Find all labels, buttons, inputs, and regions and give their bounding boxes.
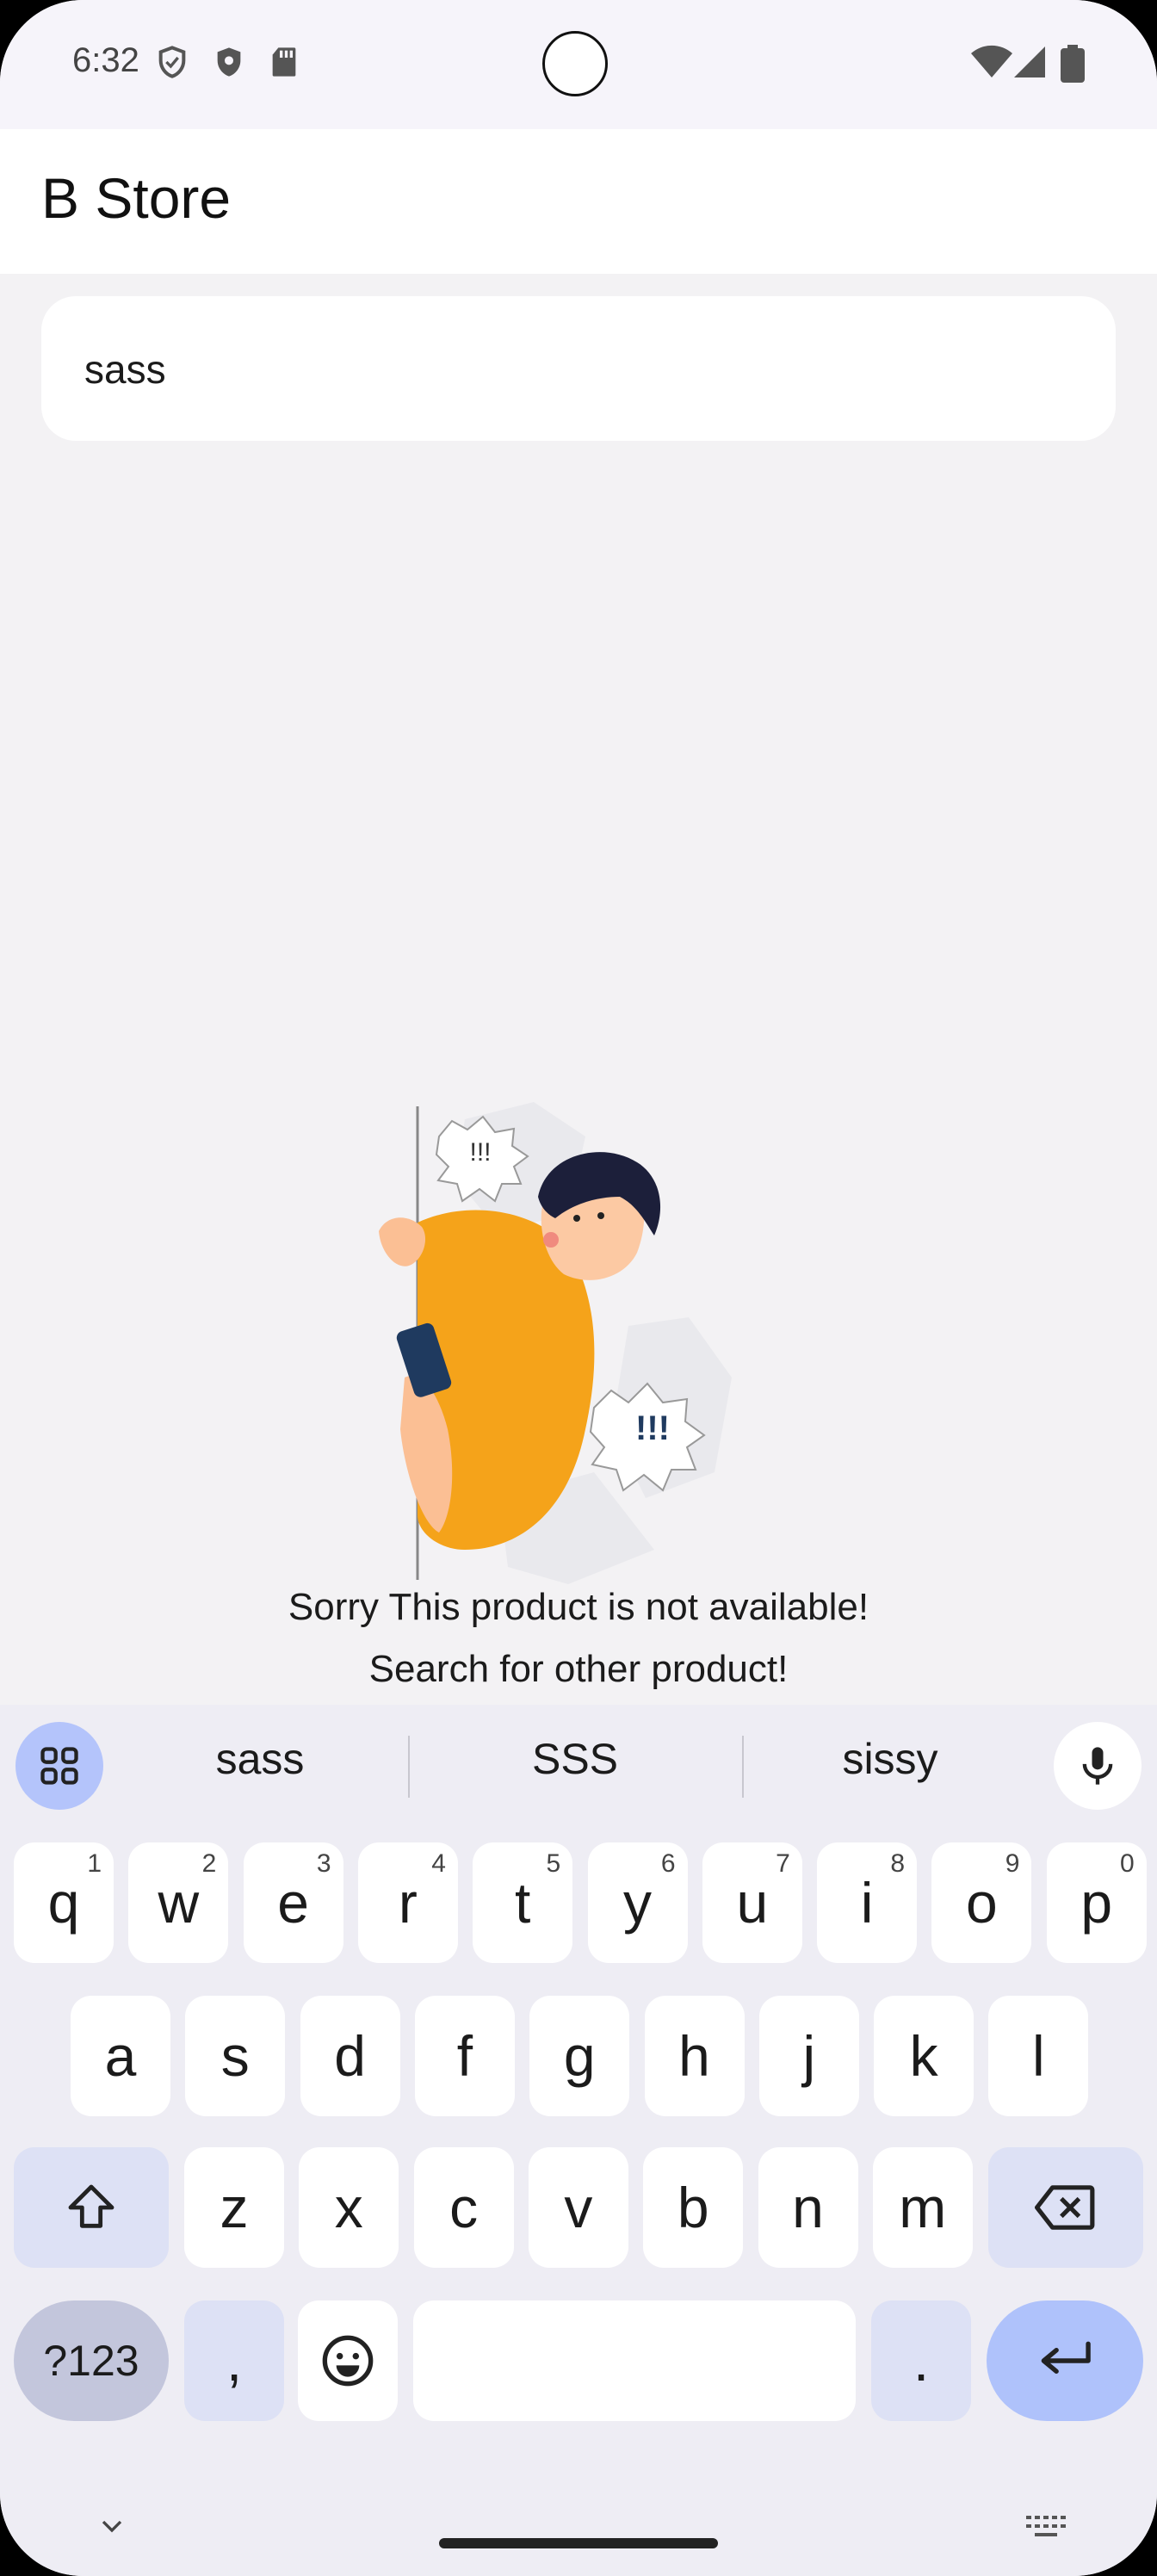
shift-key[interactable] <box>14 2147 169 2268</box>
key-hint: 5 <box>546 1849 561 1878</box>
key-hint: 2 <box>201 1849 217 1878</box>
chevron-down-icon[interactable] <box>95 2509 129 2543</box>
key-g[interactable]: g <box>529 1996 630 2116</box>
key-label: q <box>47 1871 80 1935</box>
key-label: r <box>398 1871 418 1935</box>
soft-keyboard: sass SSS sissy ?123 , . q 1 w 2 e 3 r 4 … <box>0 1705 1157 2576</box>
key-hint: 9 <box>1005 1849 1020 1878</box>
key-z[interactable]: z <box>184 2147 284 2268</box>
status-time: 6:32 <box>72 41 139 79</box>
key-label: w <box>158 1871 200 1935</box>
key-hint: 1 <box>87 1849 102 1878</box>
key-u[interactable]: u7 <box>702 1842 802 1963</box>
exclaim-text: !!! <box>635 1409 670 1447</box>
key-label: t <box>515 1871 531 1935</box>
sd-card-icon <box>272 47 296 77</box>
shift-icon <box>68 2184 114 2228</box>
battery-icon <box>1061 45 1085 83</box>
key-label: e <box>277 1871 309 1935</box>
symbols-key[interactable]: ?123 <box>14 2300 169 2421</box>
key-v[interactable]: v <box>528 2147 628 2268</box>
key-hint: 7 <box>776 1849 790 1878</box>
backspace-icon <box>1035 2185 1095 2230</box>
space-key[interactable] <box>413 2300 856 2421</box>
key-t[interactable]: t5 <box>473 1842 573 1963</box>
app-bar: B Store <box>0 129 1157 274</box>
key-j[interactable]: j <box>758 1996 859 2116</box>
key-o[interactable]: o9 <box>931 1842 1032 1963</box>
not-found-illustration: !!! !!! <box>379 1102 732 1584</box>
suggestion-divider <box>408 1736 410 1798</box>
key-q[interactable]: q1 <box>14 1842 114 1963</box>
front-camera <box>542 31 608 96</box>
exclaim-text: !!! <box>469 1138 491 1167</box>
key-label: u <box>736 1871 769 1935</box>
mic-icon <box>1082 1747 1113 1785</box>
apps-grid-button[interactable] <box>15 1722 103 1810</box>
signal-icon <box>1014 46 1045 77</box>
key-hint: 0 <box>1120 1849 1135 1878</box>
key-m[interactable]: m <box>872 2147 973 2268</box>
empty-message-line2: Search for other product! <box>368 1648 789 1690</box>
shield-filled-icon <box>217 47 241 77</box>
key-a[interactable]: a <box>71 1996 170 2116</box>
key-d[interactable]: d <box>300 1996 400 2116</box>
suggestion-bar: sass SSS sissy <box>0 1705 1157 1825</box>
page-title: B Store <box>41 166 232 230</box>
suggestion-1[interactable]: sass <box>114 1734 406 1784</box>
key-w[interactable]: w2 <box>128 1842 229 1963</box>
key-r[interactable]: r4 <box>357 1842 458 1963</box>
key-hint: 6 <box>660 1849 676 1878</box>
key-f[interactable]: f <box>414 1996 515 2116</box>
emoji-icon <box>322 2335 374 2387</box>
device-screen: 6:32 B Store sass !!! !!! Sorry This pro… <box>0 0 1157 2576</box>
key-hint: 8 <box>890 1849 906 1878</box>
key-label: o <box>966 1871 998 1935</box>
key-c[interactable]: c <box>413 2147 514 2268</box>
key-h[interactable]: h <box>644 1996 745 2116</box>
search-field[interactable] <box>41 296 1116 443</box>
key-hint: 3 <box>316 1849 331 1878</box>
key-k[interactable]: k <box>874 1996 974 2116</box>
navigation-bar <box>0 2480 1157 2576</box>
status-bar: 6:32 <box>0 0 1157 129</box>
key-label: i <box>860 1871 874 1935</box>
key-l[interactable]: l <box>988 1996 1089 2116</box>
key-s[interactable]: s <box>185 1996 286 2116</box>
empty-message-line1: Sorry This product is not available! <box>288 1586 869 1628</box>
suggestion-3[interactable]: sissy <box>744 1734 1036 1784</box>
key-p[interactable]: p0 <box>1046 1842 1147 1963</box>
key-label: p <box>1080 1871 1113 1935</box>
key-x[interactable]: x <box>299 2147 399 2268</box>
enter-icon <box>1041 2341 1091 2375</box>
key-e[interactable]: e3 <box>243 1842 343 1963</box>
shield-icon <box>158 46 186 78</box>
key-n[interactable]: n <box>758 2147 858 2268</box>
comma-key[interactable]: , <box>184 2300 284 2421</box>
home-indicator[interactable] <box>439 2538 718 2548</box>
search-input[interactable] <box>83 296 1076 443</box>
keyboard-icon[interactable] <box>1023 2509 1067 2543</box>
backspace-key[interactable] <box>988 2147 1143 2268</box>
grid-icon <box>40 1747 78 1785</box>
wifi-icon <box>971 45 1012 77</box>
key-i[interactable]: i8 <box>817 1842 918 1963</box>
key-label: y <box>623 1871 652 1935</box>
key-b[interactable]: b <box>643 2147 744 2268</box>
period-key[interactable]: . <box>871 2300 971 2421</box>
key-hint: 4 <box>431 1849 446 1878</box>
key-y[interactable]: y6 <box>587 1842 688 1963</box>
voice-input-button[interactable] <box>1054 1722 1142 1810</box>
suggestion-2[interactable]: SSS <box>429 1734 721 1784</box>
emoji-key[interactable] <box>298 2300 398 2421</box>
enter-key[interactable] <box>987 2300 1143 2421</box>
